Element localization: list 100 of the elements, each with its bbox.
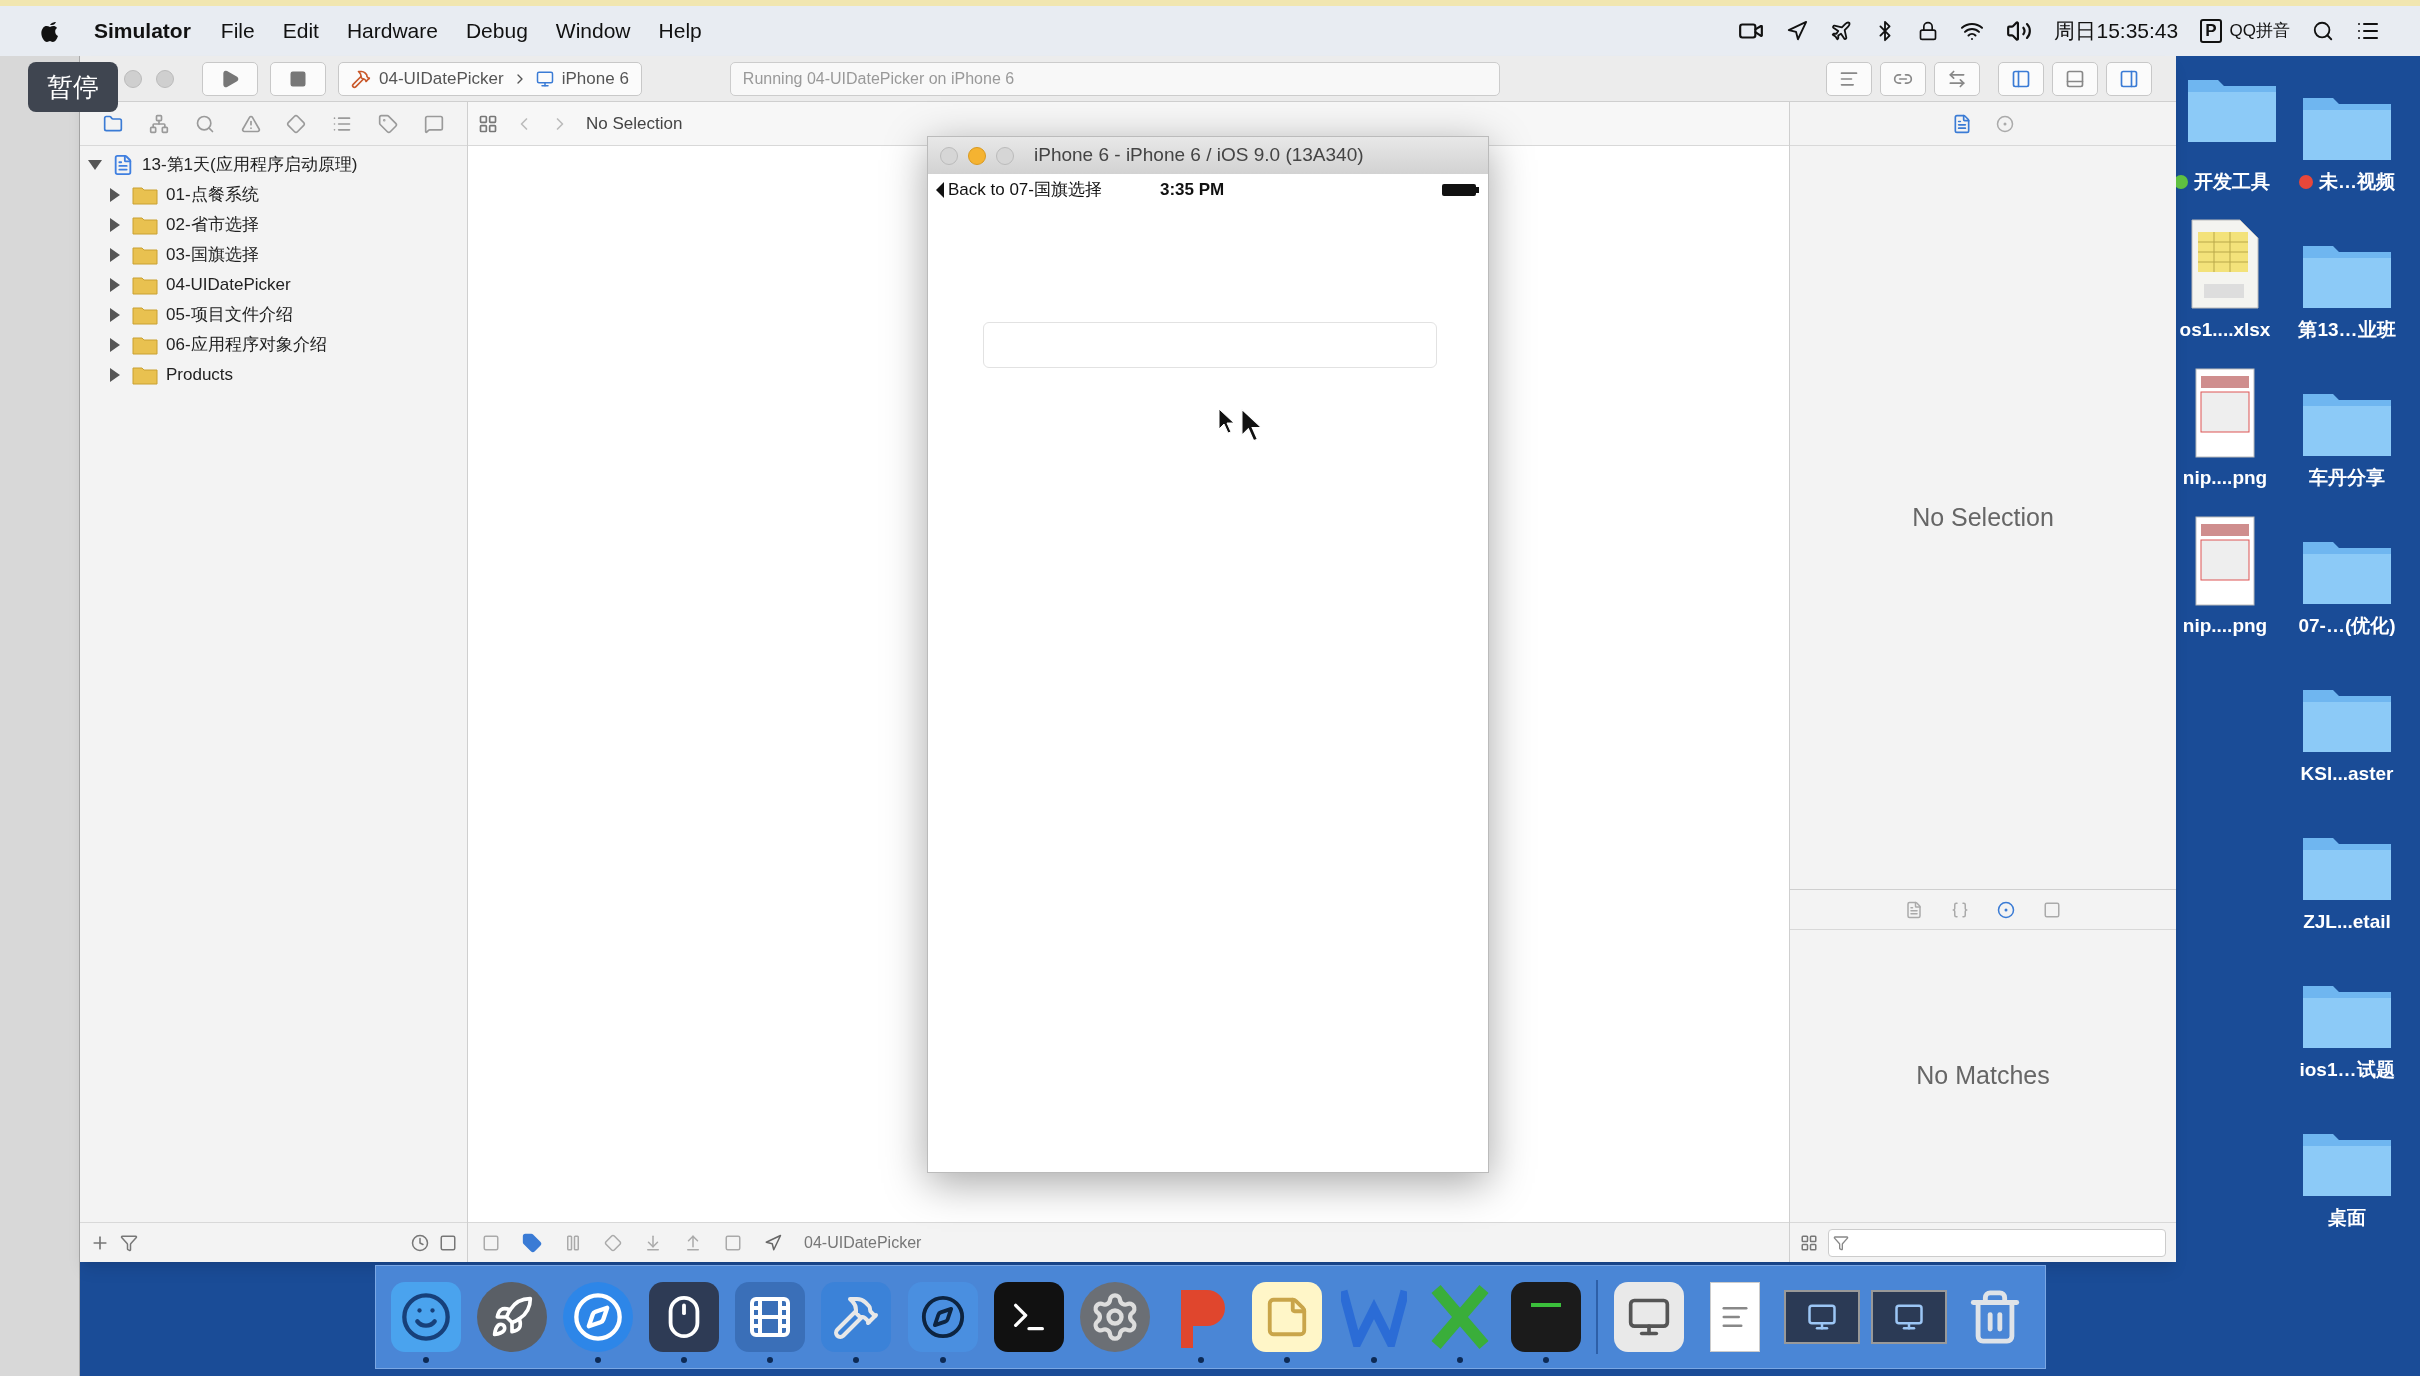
window-title: iPhone 6 - iPhone 6 / iOS 9.0 (13A340) xyxy=(1034,143,1364,168)
utilities-toggle-button[interactable] xyxy=(2106,61,2152,96)
scheme-selector[interactable]: 04-UIDatePicker iPhone 6 xyxy=(338,61,642,96)
debug-toggle-button[interactable] xyxy=(2052,61,2098,96)
navigator-tab[interactable] xyxy=(194,113,215,134)
empty-message: No Selection xyxy=(1912,501,2054,533)
notes-app-icon[interactable] xyxy=(1252,1282,1323,1352)
menu-item[interactable]: File xyxy=(220,15,255,47)
folder-icon xyxy=(132,245,158,265)
disclosure-triangle-icon[interactable] xyxy=(110,278,120,292)
film-app-icon[interactable] xyxy=(735,1282,806,1352)
screenshot-icon[interactable] xyxy=(1783,1290,1860,1344)
tree-item[interactable]: 06-应用程序对象介绍 xyxy=(166,332,327,358)
library-tab[interactable] xyxy=(1997,900,2015,919)
version-editor-button[interactable] xyxy=(1934,61,1980,96)
tree-item[interactable]: 01-点餐系统 xyxy=(166,182,259,208)
navigator-tab[interactable] xyxy=(286,113,307,134)
menu-item[interactable]: Debug xyxy=(465,15,528,47)
breakpoints-icon[interactable] xyxy=(522,1232,542,1253)
run-button[interactable] xyxy=(202,61,258,96)
disclosure-triangle-icon[interactable] xyxy=(88,160,102,170)
disclosure-triangle-icon[interactable] xyxy=(110,188,120,202)
menu-item[interactable]: Simulator xyxy=(94,15,191,47)
navigator-tab[interactable] xyxy=(240,113,261,134)
scm-filter-icon[interactable] xyxy=(439,1233,457,1252)
related-items-icon[interactable] xyxy=(478,113,498,134)
screenshot-icon[interactable] xyxy=(1870,1290,1947,1344)
standard-editor-button[interactable] xyxy=(1826,61,1872,96)
status-time: 3:35 PM xyxy=(1160,179,1225,202)
navigator-tab[interactable] xyxy=(424,113,445,134)
grid-view-icon[interactable] xyxy=(1800,1233,1818,1252)
terminal-app-icon[interactable] xyxy=(993,1282,1064,1352)
assistant-editor-button[interactable] xyxy=(1880,61,1926,96)
pause-icon[interactable] xyxy=(564,1233,582,1252)
menu-item[interactable]: Edit xyxy=(282,15,319,47)
debug-target[interactable]: 04-UIDatePicker xyxy=(804,1230,922,1255)
disclosure-triangle-icon[interactable] xyxy=(110,368,120,382)
file-name: 桌面 xyxy=(2328,1206,2366,1230)
disclosure-triangle-icon[interactable] xyxy=(110,338,120,352)
file-inspector-icon[interactable] xyxy=(1952,113,1972,134)
project-file-icon xyxy=(112,154,134,176)
image-file-icon[interactable] xyxy=(2195,368,2255,458)
library-tab[interactable] xyxy=(2043,900,2061,919)
device-name[interactable]: iPhone 6 xyxy=(561,65,629,92)
scheme-name[interactable]: 04-UIDatePicker xyxy=(379,65,504,92)
image-file-icon[interactable] xyxy=(2195,516,2255,606)
search-icon[interactable] xyxy=(2312,20,2334,42)
navigator-toggle-button[interactable] xyxy=(1998,61,2044,96)
navigator-tab[interactable] xyxy=(102,113,123,134)
stop-button[interactable] xyxy=(270,61,326,96)
step-out-icon[interactable] xyxy=(684,1233,702,1252)
tree-item[interactable]: Products xyxy=(166,362,234,388)
hammer-app-icon[interactable] xyxy=(821,1282,892,1352)
folder-icon xyxy=(132,305,158,325)
volume-icon[interactable] xyxy=(2006,18,2033,44)
tree-item[interactable]: 03-国旗选择 xyxy=(166,242,259,268)
back-triangle-icon[interactable] xyxy=(936,182,944,198)
folder-icon xyxy=(132,185,158,205)
library-tab[interactable] xyxy=(1905,900,1923,919)
jump-bar-label: No Selection xyxy=(586,112,683,135)
hide-debug-icon[interactable] xyxy=(482,1233,500,1252)
library-tab[interactable] xyxy=(1951,900,1969,919)
input-method[interactable]: QQ拼音 xyxy=(2229,18,2290,44)
spreadsheet-file-icon[interactable] xyxy=(2190,218,2260,310)
menu-clock[interactable]: 周日15:35:43 xyxy=(2054,15,2179,47)
step-in-icon[interactable] xyxy=(644,1233,662,1252)
face-app-icon[interactable] xyxy=(390,1282,461,1352)
preview-app-icon[interactable] xyxy=(1614,1282,1684,1352)
menu-item[interactable]: Help xyxy=(658,15,702,47)
file-name: 车丹分享 xyxy=(2309,466,2385,490)
file-name: 开发工具 xyxy=(2194,170,2270,194)
library-filter-field[interactable] xyxy=(1828,1228,2166,1257)
recent-icon[interactable] xyxy=(411,1233,429,1252)
tree-item[interactable]: 02-省市选择 xyxy=(166,212,259,238)
console-app-icon[interactable] xyxy=(1510,1282,1581,1352)
lock-icon[interactable] xyxy=(1918,21,1939,41)
help-inspector-icon[interactable] xyxy=(1996,114,2014,133)
disclosure-triangle-icon[interactable] xyxy=(110,218,120,232)
menu-item[interactable]: Hardware xyxy=(346,15,438,47)
apple-logo-icon[interactable] xyxy=(40,19,60,43)
navigator-tab[interactable] xyxy=(148,113,169,134)
input-method-badge: P xyxy=(2200,19,2222,43)
tree-item[interactable]: 04-UIDatePicker xyxy=(166,272,291,298)
disclosure-triangle-icon[interactable] xyxy=(110,248,120,262)
plane-icon[interactable] xyxy=(1830,20,1853,42)
arrows-icon xyxy=(1947,68,1967,89)
text-field[interactable] xyxy=(983,322,1437,368)
blueprint-app-icon[interactable] xyxy=(907,1282,978,1352)
text-file-icon[interactable] xyxy=(1710,1282,1761,1352)
disclosure-triangle-icon[interactable] xyxy=(110,308,120,322)
back-link[interactable]: Back to 07-国旗选择 xyxy=(948,177,1102,203)
menu-item[interactable]: Window xyxy=(555,15,631,47)
filter-icon[interactable] xyxy=(120,1233,138,1252)
tree-item[interactable]: 13-第1天(应用程序启动原理) xyxy=(142,152,358,178)
view-debugger-icon[interactable] xyxy=(724,1233,742,1252)
location-icon[interactable] xyxy=(1786,20,1809,42)
step-over-icon[interactable] xyxy=(604,1233,622,1252)
tree-item[interactable]: 05-项目文件介绍 xyxy=(166,302,293,328)
navigator-tab[interactable] xyxy=(378,113,399,134)
mouse-app-icon[interactable] xyxy=(649,1282,720,1352)
